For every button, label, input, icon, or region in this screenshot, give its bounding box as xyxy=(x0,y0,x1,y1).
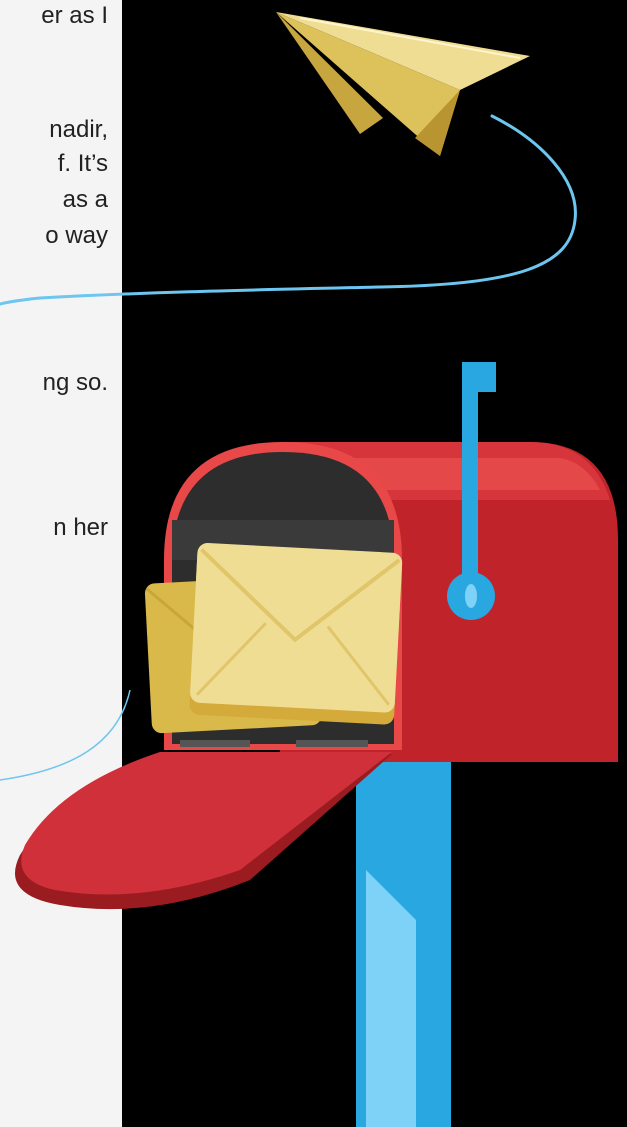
plane-trail xyxy=(0,114,577,306)
mailbox-illustration xyxy=(0,12,618,1127)
mailbox-post xyxy=(356,756,451,1127)
plane-trail-thin xyxy=(0,689,131,781)
mailbox-door xyxy=(15,752,392,910)
paper-plane-icon xyxy=(276,12,530,156)
